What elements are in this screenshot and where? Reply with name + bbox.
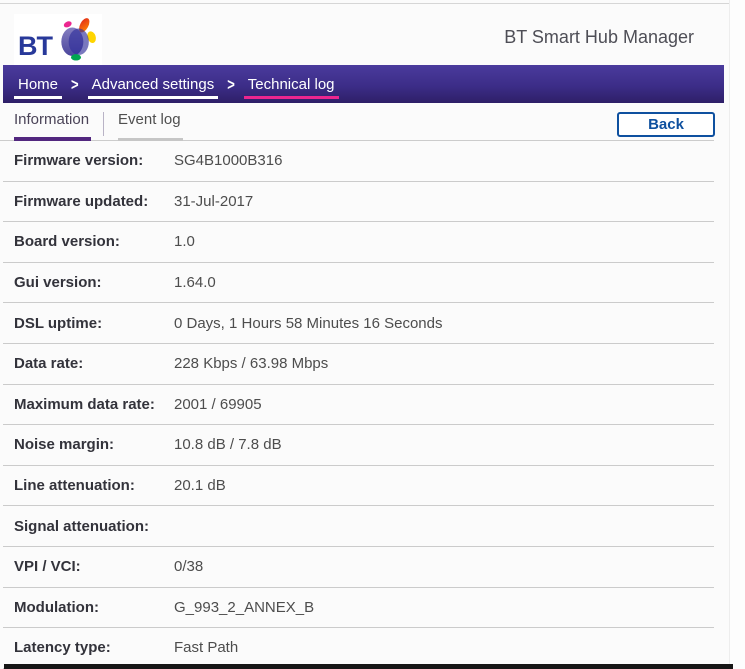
breadcrumb: Home > Advanced settings > Technical log xyxy=(3,65,724,103)
breadcrumb-technical-log[interactable]: Technical log xyxy=(243,65,339,103)
bt-logo-text: BT xyxy=(18,31,53,61)
row-value: 2001 / 69905 xyxy=(174,395,262,413)
row-label: Noise margin: xyxy=(14,436,115,454)
bt-globe-icon xyxy=(54,16,98,67)
table-row: Noise margin: 10.8 dB / 7.8 dB xyxy=(3,425,714,466)
table-row: Latency type: Fast Path xyxy=(3,628,714,669)
row-label: DSL uptime: xyxy=(14,314,103,332)
row-value: 1.64.0 xyxy=(174,274,216,292)
table-row: Firmware updated: 31-Jul-2017 xyxy=(3,182,714,223)
table-row: Modulation: G_993_2_ANNEX_B xyxy=(3,588,714,629)
row-label: Modulation: xyxy=(14,598,99,616)
back-button[interactable]: Back xyxy=(617,112,715,137)
row-label: Gui version: xyxy=(14,274,102,292)
page-title: BT Smart Hub Manager xyxy=(504,27,694,47)
row-value: 228 Kbps / 63.98 Mbps xyxy=(174,355,329,373)
top-divider xyxy=(0,3,745,4)
window-bottom-edge xyxy=(4,664,733,669)
row-value: G_993_2_ANNEX_B xyxy=(174,598,315,616)
row-value: 0/38 xyxy=(174,558,204,576)
table-row: Gui version: 1.64.0 xyxy=(3,263,714,304)
row-value: SG4B1000B316 xyxy=(174,152,283,170)
row-value: 10.8 dB / 7.8 dB xyxy=(174,436,282,454)
row-label: Signal attenuation: xyxy=(14,517,149,535)
table-row: Maximum data rate: 2001 / 69905 xyxy=(3,385,714,426)
row-label: Line attenuation: xyxy=(14,477,135,495)
row-label: Data rate: xyxy=(14,355,84,373)
row-value: 31-Jul-2017 xyxy=(174,192,254,210)
tab-bar: Information Event log Back xyxy=(0,103,715,141)
row-label: VPI / VCI: xyxy=(14,558,81,576)
header: BT BT Smart Hub Manager xyxy=(0,10,728,69)
bt-logo: BT xyxy=(14,14,102,69)
tab-divider xyxy=(103,112,104,136)
scrollbar-track[interactable] xyxy=(729,0,745,669)
tab-information[interactable]: Information xyxy=(14,111,92,141)
row-value: Fast Path xyxy=(174,639,239,657)
row-value: 20.1 dB xyxy=(174,477,226,495)
row-label: Firmware version: xyxy=(14,152,144,170)
row-value: 1.0 xyxy=(174,233,195,251)
table-row: DSL uptime: 0 Days, 1 Hours 58 Minutes 1… xyxy=(3,303,714,344)
breadcrumb-advanced-settings[interactable]: Advanced settings xyxy=(87,65,218,103)
row-label: Firmware updated: xyxy=(14,192,149,210)
row-label: Maximum data rate: xyxy=(14,395,155,413)
row-value: 0 Days, 1 Hours 58 Minutes 16 Seconds xyxy=(174,314,443,332)
table-row: Firmware version: SG4B1000B316 xyxy=(3,141,714,182)
table-row: Data rate: 228 Kbps / 63.98 Mbps xyxy=(3,344,714,385)
table-row: Signal attenuation: xyxy=(3,506,714,547)
technical-log-table: Firmware version: SG4B1000B316 Firmware … xyxy=(3,141,714,669)
breadcrumb-home[interactable]: Home xyxy=(13,65,63,103)
row-label: Board version: xyxy=(14,233,120,251)
table-row: Board version: 1.0 xyxy=(3,222,714,263)
page: BT BT Smart Hub Manager Home > Advanced … xyxy=(0,0,745,669)
chevron-right-icon: > xyxy=(71,74,79,94)
table-row: VPI / VCI: 0/38 xyxy=(3,547,714,588)
table-row: Line attenuation: 20.1 dB xyxy=(3,466,714,507)
row-label: Latency type: xyxy=(14,639,111,657)
tab-event-log[interactable]: Event log xyxy=(118,111,183,141)
chevron-right-icon: > xyxy=(227,74,235,94)
